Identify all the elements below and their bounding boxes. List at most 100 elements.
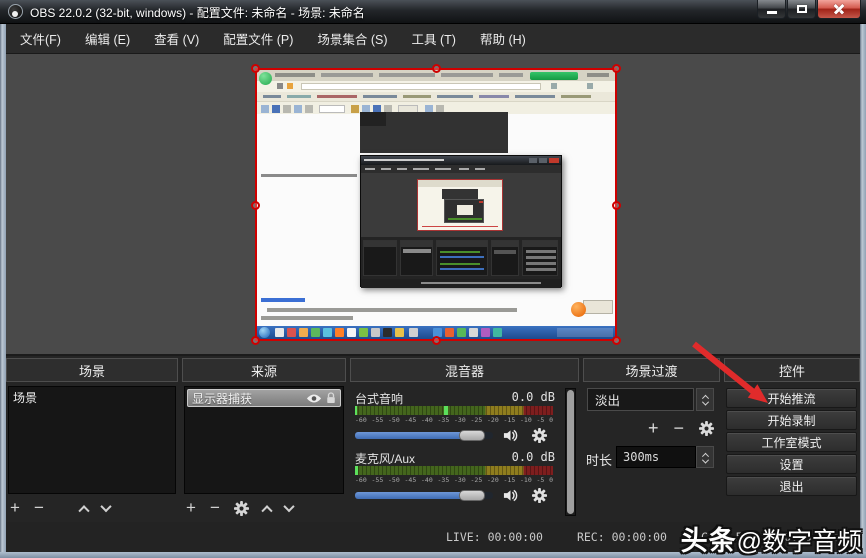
- menu-view[interactable]: 查看 (V): [154, 29, 199, 48]
- add-scene-button[interactable]: +: [10, 498, 20, 518]
- start-recording-button[interactable]: 开始录制: [726, 410, 857, 430]
- exit-button[interactable]: 退出: [726, 476, 857, 496]
- resize-handle-se[interactable]: [612, 336, 621, 345]
- resize-handle-w[interactable]: [251, 201, 260, 210]
- dash: [422, 226, 498, 227]
- scenes-list[interactable]: 场景: [8, 386, 176, 494]
- volume-slider-handle[interactable]: [459, 490, 485, 501]
- nested-chrome: [418, 180, 502, 187]
- sources-list[interactable]: 显示器捕获: [184, 386, 344, 494]
- transitions-panel-header[interactable]: 场景过渡: [583, 358, 720, 382]
- captured-browser-chrome: [257, 70, 615, 114]
- speaker-icon[interactable]: [502, 488, 519, 503]
- nested-mixer: [436, 240, 488, 276]
- eye-icon[interactable]: [306, 393, 322, 404]
- controls-panel: 控件 开始推流 开始录制 工作室模式 设置 退出: [724, 358, 860, 520]
- resize-handle-n[interactable]: [432, 64, 441, 73]
- page-text-line: [267, 308, 517, 312]
- menu-help[interactable]: 帮助 (H): [480, 29, 526, 48]
- resize-handle-sw[interactable]: [251, 336, 260, 345]
- settings-button[interactable]: 设置: [726, 454, 857, 474]
- scenes-panel-header[interactable]: 场景: [6, 358, 178, 382]
- resize-handle-s[interactable]: [432, 336, 441, 345]
- scenes-panel: 场景 场景 + −: [6, 358, 178, 520]
- move-scene-down-button[interactable]: [100, 501, 111, 512]
- transition-select-spinner[interactable]: [696, 388, 714, 411]
- source-list-item[interactable]: 显示器捕获: [187, 389, 341, 407]
- close-button[interactable]: [817, 0, 861, 19]
- studio-mode-button[interactable]: 工作室模式: [726, 432, 857, 452]
- mixer-channel-name: 台式音响: [355, 390, 403, 407]
- duration-spinner[interactable]: [696, 446, 714, 468]
- taskbar-icon: [323, 328, 332, 337]
- nested-menu-bar: [361, 165, 561, 173]
- volume-slider[interactable]: [355, 432, 493, 439]
- dock-area: 场景 场景 + − 来源 显示器捕获: [6, 356, 860, 522]
- maximize-icon: [797, 5, 807, 13]
- sources-panel-header[interactable]: 来源: [182, 358, 346, 382]
- move-source-down-button[interactable]: [283, 501, 294, 512]
- lock-icon[interactable]: [326, 392, 336, 404]
- duration-label: 时长: [586, 450, 612, 469]
- taskbar-icon: [409, 328, 418, 337]
- start-streaming-button[interactable]: 开始推流: [726, 388, 857, 408]
- watermark-handle: @数字音频: [737, 528, 862, 556]
- menu-edit[interactable]: 编辑 (E): [85, 29, 130, 48]
- speaker-icon[interactable]: [502, 428, 519, 443]
- preview-canvas[interactable]: [6, 54, 860, 354]
- move-source-up-button[interactable]: [261, 505, 272, 516]
- add-transition-button[interactable]: +: [648, 418, 659, 439]
- scrollbar-thumb[interactable]: [567, 390, 574, 514]
- page-text-line: [261, 174, 357, 177]
- transition-properties-gear-icon[interactable]: [699, 421, 714, 436]
- browser-green-badge: [530, 72, 578, 80]
- nested-panel: [363, 240, 397, 276]
- scenes-toolbar: + −: [10, 498, 176, 518]
- menu-file[interactable]: 文件(F): [20, 29, 61, 48]
- remove-source-button[interactable]: −: [210, 498, 220, 518]
- dash: [365, 168, 375, 170]
- duration-input[interactable]: 300ms: [616, 446, 696, 468]
- browser-bookmarks-bar: [257, 92, 615, 101]
- menu-tools[interactable]: 工具 (T): [412, 29, 456, 48]
- dash: [499, 73, 523, 77]
- add-source-button[interactable]: +: [186, 498, 196, 518]
- dash: [364, 159, 444, 161]
- volume-slider-handle[interactable]: [459, 430, 485, 441]
- taskbar-icon: [275, 328, 284, 337]
- menu-profile[interactable]: 配置文件 (P): [223, 29, 293, 48]
- remove-transition-button[interactable]: −: [673, 418, 684, 439]
- title-bar[interactable]: OBS 22.0.2 (32-bit, windows) - 配置文件: 未命名…: [0, 0, 866, 24]
- nested-meter: [440, 263, 480, 265]
- mixer-channel-db: 0.0 dB: [512, 450, 555, 464]
- mixer-channel-db: 0.0 dB: [512, 390, 555, 404]
- resize-handle-e[interactable]: [612, 201, 621, 210]
- controls-panel-header[interactable]: 控件: [724, 358, 860, 382]
- resize-handle-nw[interactable]: [251, 64, 260, 73]
- move-scene-up-button[interactable]: [78, 505, 89, 516]
- nested-obs-window: [360, 155, 562, 287]
- minimize-button[interactable]: [757, 0, 786, 19]
- taskbar-icon: [347, 328, 356, 337]
- resize-handle-ne[interactable]: [612, 64, 621, 73]
- transition-select[interactable]: 淡出: [587, 388, 694, 411]
- nav-icon: [587, 83, 593, 89]
- nested-docks: [361, 237, 561, 279]
- maximize-button[interactable]: [787, 0, 816, 19]
- source-selection[interactable]: [255, 68, 617, 341]
- captured-display: [257, 70, 615, 339]
- volume-slider[interactable]: [355, 492, 493, 499]
- remove-scene-button[interactable]: −: [34, 498, 44, 518]
- channel-settings-gear-icon[interactable]: [532, 488, 547, 503]
- sources-toolbar: + −: [186, 498, 344, 518]
- mixer-scrollbar[interactable]: [565, 388, 576, 516]
- taskbar-icon: [395, 328, 404, 337]
- menu-scene-collection[interactable]: 场景集合 (S): [317, 29, 387, 48]
- mixer-panel-header[interactable]: 混音器: [350, 358, 579, 382]
- page-link-line: [261, 298, 305, 302]
- source-properties-gear-icon[interactable]: [234, 501, 249, 516]
- channel-settings-gear-icon[interactable]: [532, 428, 547, 443]
- scene-list-item[interactable]: 场景: [13, 389, 37, 406]
- nested-preview: [361, 173, 561, 237]
- meter-ticks: -60-55-50-45-40-35-30-25-20-15-10-50: [355, 416, 553, 424]
